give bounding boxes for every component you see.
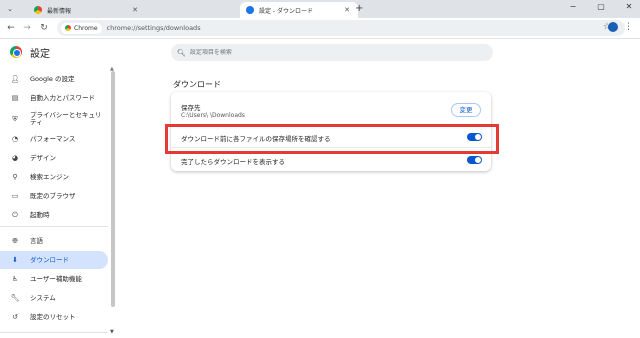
show-when-done-toggle[interactable] bbox=[467, 156, 482, 164]
location-path: C:\Users\ \Downloads bbox=[181, 112, 245, 119]
ask-where-to-save-toggle[interactable] bbox=[467, 133, 482, 141]
tab-title: 設定 - ダウンロード bbox=[259, 7, 313, 15]
sidebar-item-system[interactable]: 🔧︎ システム bbox=[0, 289, 108, 307]
page-title: 設定 bbox=[30, 49, 50, 60]
reset-icon: ↺ bbox=[12, 313, 18, 321]
browser-toolbar: ← → ↻ Chrome chrome://settings/downloads… bbox=[0, 18, 640, 39]
chrome-logo-icon bbox=[65, 25, 71, 31]
sidebar-item-downloads[interactable]: ⬇ ダウンロード bbox=[0, 251, 108, 269]
shield-icon: ⛨ bbox=[12, 114, 18, 123]
power-icon: ⏻ bbox=[12, 210, 18, 219]
browser-icon: ▭ bbox=[11, 192, 19, 200]
close-window-button[interactable]: ✕ bbox=[622, 2, 636, 11]
download-icon: ⬇ bbox=[12, 256, 18, 264]
search-icon: 🔍︎ bbox=[177, 48, 186, 57]
speedometer-icon: ◔ bbox=[11, 135, 19, 143]
tab-settings-downloads[interactable]: 設定 - ダウンロード ✕ bbox=[240, 2, 358, 18]
settings-header: 設定 🔍︎ bbox=[0, 39, 640, 67]
more-menu-icon[interactable]: ⋮ bbox=[624, 22, 633, 32]
settings-sidebar: 👤︎ Google の設定 ▤ 自動入力とパスワード ⛨ プライバシーとセキュリ… bbox=[0, 66, 118, 338]
tab-strip: ⌄ 最新情報 ✕ 設定 - ダウンロード ✕ + − ▢ ✕ bbox=[0, 0, 640, 18]
show-when-done-label: 完了したらダウンロードを表示する bbox=[181, 158, 285, 166]
sidebar-item-label: パフォーマンス bbox=[30, 134, 76, 143]
sidebar-item-languages[interactable]: 🌐︎ 言語 bbox=[0, 232, 108, 250]
globe-icon: 🌐︎ bbox=[12, 236, 18, 245]
sidebar-scrollbar[interactable]: ▲ ▼ bbox=[110, 66, 116, 338]
downloads-card: 保存先 C:\Users\ \Downloads 変更 ダウンロード前に各ファイ… bbox=[171, 92, 491, 171]
tab-search-chevron-icon[interactable]: ⌄ bbox=[4, 3, 16, 15]
sidebar-item-search-engine[interactable]: ⚲ 検索エンジン bbox=[0, 168, 108, 186]
sidebar-item-label: デザイン bbox=[30, 153, 56, 162]
section-title: ダウンロード bbox=[173, 80, 221, 89]
sidebar-divider bbox=[0, 226, 108, 227]
sidebar-item-label: 既定のブラウザ bbox=[30, 191, 76, 200]
sidebar-item-accessibility[interactable]: ♿︎ ユーザー補助機能 bbox=[0, 270, 108, 288]
wrench-icon: 🔧︎ bbox=[10, 294, 20, 302]
sidebar-item-google[interactable]: 👤︎ Google の設定 bbox=[0, 70, 108, 88]
sidebar-item-label: Google の設定 bbox=[30, 74, 75, 83]
sidebar-item-label: ユーザー補助機能 bbox=[30, 274, 82, 283]
sidebar-item-label: 設定のリセット bbox=[30, 312, 76, 321]
sidebar-item-label: 検索エンジン bbox=[30, 172, 69, 181]
sidebar-item-label: 自動入力とパスワード bbox=[30, 93, 95, 102]
scrollbar-thumb[interactable] bbox=[111, 71, 115, 307]
sidebar-item-label: ダウンロード bbox=[30, 255, 69, 264]
reload-icon[interactable]: ↻ bbox=[37, 21, 51, 35]
sidebar-item-autofill[interactable]: ▤ 自動入力とパスワード bbox=[0, 89, 108, 107]
search-icon: ⚲ bbox=[12, 173, 18, 181]
new-tab-button[interactable]: + bbox=[355, 3, 363, 14]
settings-gear-favicon-icon bbox=[246, 6, 254, 14]
change-location-button[interactable]: 変更 bbox=[451, 103, 481, 117]
person-icon: 👤︎ bbox=[10, 75, 20, 83]
sidebar-item-label: システム bbox=[30, 293, 56, 302]
chrome-favicon-icon bbox=[34, 6, 42, 14]
search-input[interactable] bbox=[189, 49, 470, 56]
sidebar-item-performance[interactable]: ◔ パフォーマンス bbox=[0, 130, 108, 148]
back-arrow-icon[interactable]: ← bbox=[4, 21, 18, 35]
settings-search[interactable]: 🔍︎ bbox=[171, 44, 493, 61]
minimize-button[interactable]: − bbox=[566, 2, 580, 11]
download-location-row: 保存先 C:\Users\ \Downloads 変更 bbox=[171, 92, 491, 126]
tab-close-icon[interactable]: ✕ bbox=[342, 6, 352, 14]
tab-close-icon[interactable]: ✕ bbox=[130, 6, 140, 14]
maximize-button[interactable]: ▢ bbox=[594, 2, 608, 11]
ask-where-to-save-label: ダウンロード前に各ファイルの保存場所を確認する bbox=[181, 135, 331, 143]
show-when-done-row[interactable]: 完了したらダウンロードを表示する bbox=[171, 149, 491, 171]
profile-avatar-icon[interactable] bbox=[608, 22, 618, 32]
address-bar[interactable]: Chrome chrome://settings/downloads ☆ bbox=[57, 20, 625, 36]
clipboard-icon: ▤ bbox=[11, 94, 19, 102]
sidebar-item-on-startup[interactable]: ⏻ 起動時 bbox=[0, 206, 108, 224]
forward-arrow-icon[interactable]: → bbox=[20, 21, 34, 35]
site-chip-label: Chrome bbox=[74, 24, 98, 32]
accessibility-icon: ♿︎ bbox=[11, 275, 19, 283]
tab-news[interactable]: 最新情報 ✕ bbox=[28, 2, 146, 18]
sidebar-item-privacy[interactable]: ⛨ プライバシーとセキュリティ bbox=[0, 108, 108, 130]
sidebar-divider bbox=[0, 332, 108, 333]
url-text[interactable]: chrome://settings/downloads bbox=[107, 24, 201, 32]
sidebar-item-label: プライバシーとセキュリティ bbox=[30, 111, 102, 126]
sidebar-item-reset[interactable]: ↺ 設定のリセット bbox=[0, 308, 108, 326]
scroll-down-icon[interactable]: ▼ bbox=[110, 329, 114, 335]
sidebar-item-label: 起動時 bbox=[30, 210, 50, 219]
chrome-logo-icon bbox=[10, 46, 22, 58]
location-label: 保存先 bbox=[181, 104, 201, 112]
sidebar-item-appearance[interactable]: ◕ デザイン bbox=[0, 149, 108, 167]
site-chip[interactable]: Chrome bbox=[61, 22, 102, 34]
tab-title: 最新情報 bbox=[47, 7, 72, 15]
sidebar-item-label: 言語 bbox=[30, 236, 43, 245]
sidebar-item-default-browser[interactable]: ▭ 既定のブラウザ bbox=[0, 187, 108, 205]
ask-where-to-save-row[interactable]: ダウンロード前に各ファイルの保存場所を確認する bbox=[171, 126, 491, 148]
palette-icon: ◕ bbox=[11, 154, 19, 162]
